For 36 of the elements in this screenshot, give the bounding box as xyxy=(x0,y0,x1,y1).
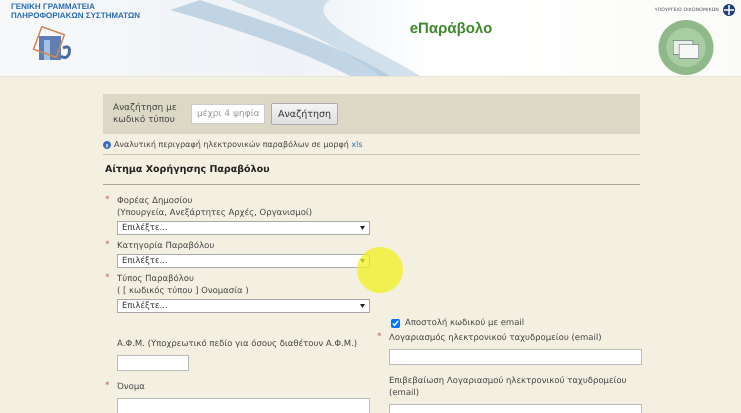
section-title: Αίτημα Χορήγησης Παραβόλου xyxy=(103,155,640,185)
field-hint: ( [ κωδικός τύπου ] Ονομασία ) xyxy=(117,285,250,297)
required-mark: * xyxy=(376,332,382,344)
checkbox-label: Αποστολή κωδικού με email xyxy=(405,317,524,329)
search-label: Αναζήτηση με κωδικό τύπου xyxy=(113,102,178,126)
xls-link[interactable]: xls xyxy=(351,140,362,149)
required-mark: * xyxy=(104,381,110,393)
input-field[interactable] xyxy=(389,349,642,365)
field-hint: (Υπουργεία, Ανεξάρτητες Αρχές, Οργανισμοί) xyxy=(117,207,314,219)
organization-name: ΓΕΝΙΚΗ ΓΡΑΜΜΑΤΕΙΑ xyxy=(11,2,96,11)
field-label: Λογαριασμός ηλεκτρονικού ταχυδρομείου (email) xyxy=(389,332,603,344)
required-mark: * xyxy=(104,240,110,252)
field-label: Όνομα xyxy=(117,381,146,393)
input-field[interactable] xyxy=(117,398,370,413)
email-checkbox[interactable] xyxy=(391,318,400,328)
field-label: Τύπος Παραβόλου xyxy=(117,273,195,285)
dropdown[interactable]: Επιλέξτε... xyxy=(117,221,370,235)
app-title: eΠαράβολο xyxy=(410,20,492,38)
dropdown-arrow-icon xyxy=(360,226,365,230)
dropdown-arrow-icon xyxy=(360,304,365,308)
field-label: Α.Φ.Μ. (Υποχρεωτικό πεδίο για όσους διαθέτουν Α.Φ.Μ.) xyxy=(117,338,358,350)
field-label: Φορέας Δημοσίου xyxy=(117,195,194,207)
dropdown[interactable]: Επιλέξτε... xyxy=(117,299,370,313)
field-label: Επιβεβαίωση Λογαριασμού ηλεκτρονικού ταχυδρομείου (email) xyxy=(389,375,628,399)
required-mark: * xyxy=(104,195,110,207)
cursor-highlight xyxy=(357,247,403,293)
search-button[interactable]: Αναζήτηση xyxy=(271,103,338,125)
emblem-icon xyxy=(723,4,735,16)
required-mark: * xyxy=(104,273,110,285)
info-text: Αναλυτική περιγραφή ηλεκτρονικών παραβόλων σε μορφή xls xyxy=(114,140,362,149)
organization-name: ΠΛΗΡΟΦΟΡΙΑΚΩΝ ΣΥΣΤΗΜΑΤΩΝ xyxy=(11,11,142,20)
input-field[interactable] xyxy=(117,355,189,371)
info-icon xyxy=(103,140,111,148)
code-search-field[interactable]: μέχρι 4 ψηφία xyxy=(191,104,265,124)
field-label: Κατηγορία Παραβόλου xyxy=(117,240,216,252)
badge-logo-icon xyxy=(657,19,715,76)
